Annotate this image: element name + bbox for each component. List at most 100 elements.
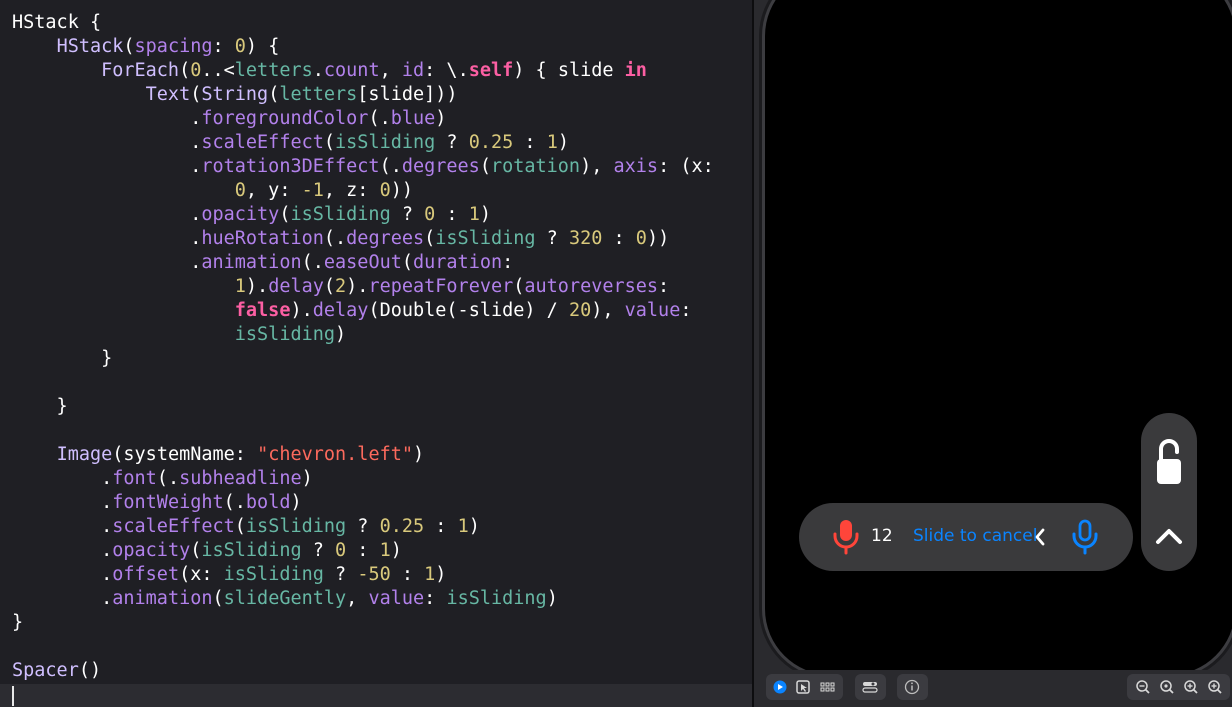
code-token: "chevron.left" (257, 444, 413, 465)
code-token: ) (546, 588, 558, 609)
code-token: ) (479, 204, 491, 225)
code-line[interactable]: } (12, 347, 112, 371)
code-token: 2 (335, 276, 347, 297)
code-token: . (12, 564, 113, 585)
code-token: : (424, 516, 458, 537)
code-line[interactable]: HStack { (12, 11, 101, 35)
code-token: )) (390, 180, 414, 201)
code-line[interactable]: Text(String(letters[slide])) (12, 83, 458, 107)
lock-open-icon[interactable] (1154, 436, 1184, 486)
code-line[interactable]: .scaleEffect(isSliding ? 0.25 : 1) (12, 515, 480, 539)
zoom-100-icon[interactable] (1178, 674, 1204, 700)
code-token: } (12, 396, 68, 417)
code-token: 0 (379, 180, 391, 201)
code-line[interactable]: } (12, 611, 23, 635)
recording-counter: 12 (871, 526, 893, 546)
code-token: . (12, 516, 113, 537)
code-token: : (390, 564, 425, 585)
code-token: ) (557, 132, 569, 153)
code-editor[interactable]: HStack { HStack(spacing: 0) { ForEach(0.… (0, 0, 752, 707)
code-token: 1 (424, 564, 436, 585)
selectable-icon[interactable] (790, 674, 816, 700)
code-token: : (658, 276, 670, 297)
zoom-in-icon[interactable] (1202, 674, 1228, 700)
code-token: delay (312, 300, 369, 321)
code-line[interactable]: } (12, 395, 68, 419)
code-token: ( (190, 540, 202, 561)
code-line[interactable]: 0, y: -1, z: 0)) (12, 179, 413, 203)
code-line[interactable]: .font(.subheadline) (12, 467, 313, 491)
info-icon[interactable] (899, 674, 925, 700)
code-token: Image (56, 444, 113, 465)
code-token: () (78, 660, 102, 681)
code-line[interactable]: Spacer() (12, 659, 101, 683)
code-line[interactable]: .animation(.easeOut(duration: (12, 251, 513, 275)
slide-to-cancel-label[interactable]: Slide to cancel (913, 526, 1037, 546)
code-token: 0 (335, 540, 347, 561)
code-token: . (12, 108, 202, 129)
code-token: : (680, 300, 692, 321)
code-line[interactable]: .fontWeight(.bold) (12, 491, 302, 515)
code-line[interactable]: false).delay(Double(-slide) / 20), value… (12, 299, 692, 323)
code-token: rotation3DEffect (201, 156, 380, 177)
code-line[interactable]: isSliding) (12, 323, 346, 347)
code-token: (. (156, 468, 180, 489)
code-line[interactable]: Image(systemName: "chevron.left") (12, 443, 425, 467)
code-token: duration (413, 252, 503, 273)
code-token: (x: (179, 564, 224, 585)
code-token: value (368, 588, 425, 609)
code-token: self (468, 60, 514, 81)
code-token: (. (323, 228, 347, 249)
variants-grid-icon[interactable] (814, 674, 840, 700)
code-token: , y: (245, 180, 302, 201)
code-token: ( (479, 156, 491, 177)
device-settings-icon[interactable] (857, 674, 883, 700)
code-token: ( (234, 516, 246, 537)
code-line[interactable]: .offset(x: isSliding ? -50 : 1) (12, 563, 446, 587)
code-token: 0 (635, 228, 647, 249)
code-token: delay (268, 276, 324, 297)
code-token: ..< (201, 60, 235, 81)
code-token: ). (245, 276, 269, 297)
code-token: HStack { (12, 12, 102, 33)
code-token: in (624, 60, 647, 81)
code-token: foregroundColor (201, 108, 369, 129)
code-line[interactable]: .opacity(isSliding ? 0 : 1) (12, 203, 491, 227)
code-line[interactable]: .opacity(isSliding ? 0 : 1) (12, 539, 402, 563)
code-token: letters (279, 84, 358, 105)
code-token: 0 (234, 36, 246, 57)
code-line[interactable]: .animation(slideGently, value: isSliding… (12, 587, 558, 611)
code-token: id (401, 60, 425, 81)
code-token: repeatForever (368, 276, 514, 297)
code-line[interactable]: .scaleEffect(isSliding ? 0.25 : 1) (12, 131, 569, 155)
code-token: ) (435, 108, 447, 129)
chevron-left-icon (1035, 528, 1045, 546)
code-token: . (12, 132, 202, 153)
chevron-up-icon[interactable] (1155, 527, 1183, 545)
code-line[interactable]: 1).delay(2).repeatForever(autoreverses: (12, 275, 669, 299)
mic-icon[interactable] (1071, 519, 1099, 555)
code-line[interactable]: ForEach(0..<letters.count, id: \.self) {… (12, 59, 647, 83)
code-token: ( (424, 228, 436, 249)
code-token: slideGently (223, 588, 347, 609)
code-token: , (379, 60, 402, 81)
zoom-out-icon[interactable] (1130, 674, 1156, 700)
code-token: (systemName: (112, 444, 258, 465)
code-token: fontWeight (112, 492, 224, 513)
code-token: : (x: (658, 156, 714, 177)
code-token: isSliding (290, 204, 391, 225)
code-token: false (234, 300, 291, 321)
code-line[interactable]: .rotation3DEffect(.degrees(rotation), ax… (12, 155, 714, 179)
code-token: 20 (568, 300, 592, 321)
code-token: ( (190, 84, 202, 105)
zoom-fit-icon[interactable] (1154, 674, 1180, 700)
code-token: animation (112, 588, 213, 609)
code-token: : (424, 588, 447, 609)
code-line[interactable]: HStack(spacing: 0) { (12, 35, 280, 59)
code-line[interactable]: .hueRotation(.degrees(isSliding ? 320 : … (12, 227, 669, 251)
code-line[interactable]: .foregroundColor(.blue) (12, 107, 446, 131)
code-token: isSliding (335, 132, 436, 153)
